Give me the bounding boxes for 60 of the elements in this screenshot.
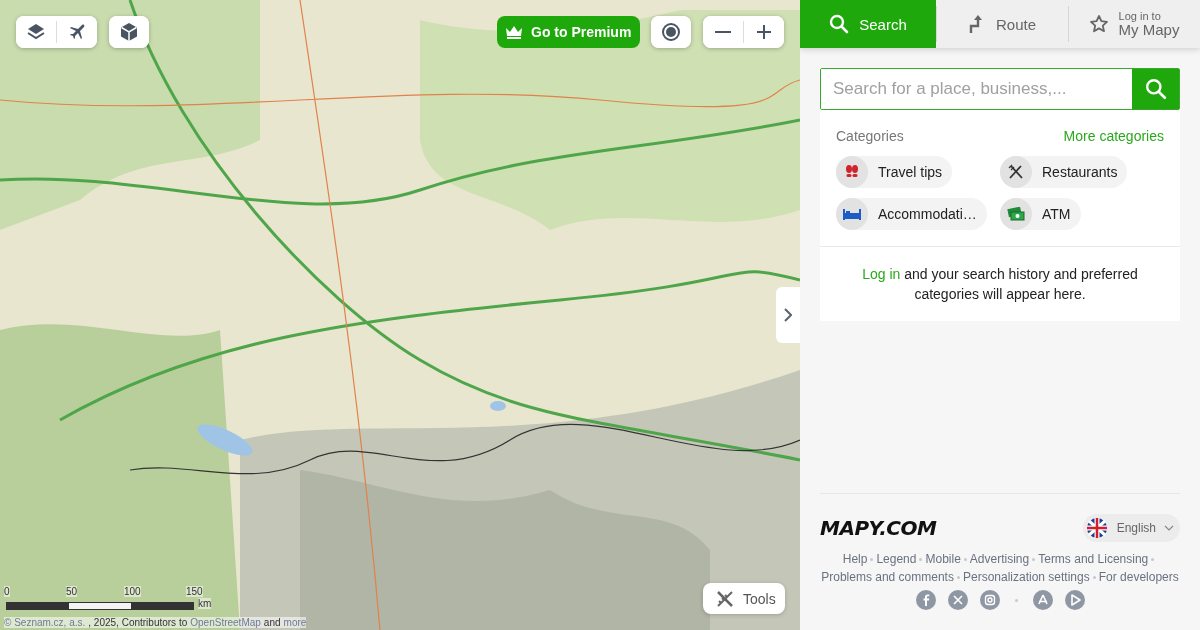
language-selector[interactable]: English: [1082, 514, 1180, 542]
locate-button[interactable]: [651, 16, 691, 48]
attribution-link[interactable]: more: [283, 617, 307, 628]
scale-label: 150: [186, 586, 203, 597]
layers-icon: [26, 22, 46, 42]
footer-link[interactable]: Help: [842, 550, 868, 568]
fork-knife-icon: [1008, 164, 1024, 180]
tab[interactable]: Search: [800, 0, 936, 48]
attribution-text: and: [263, 617, 281, 628]
login-hint: Log in and your search history and preferred categories will appear here.: [820, 246, 1180, 321]
search-icon: [829, 14, 850, 34]
chevron-right-icon: [784, 308, 792, 322]
minus-icon: [715, 31, 731, 33]
premium-button[interactable]: Go to Premium: [497, 16, 641, 48]
footer-link[interactable]: Problems and comments: [821, 568, 954, 586]
attribution-link[interactable]: © Seznam.cz, a.s.: [4, 617, 86, 628]
category-chip[interactable]: ATM: [1000, 198, 1081, 230]
login-link[interactable]: Log in: [862, 266, 901, 282]
location-target-icon: [661, 22, 681, 42]
footer-link[interactable]: Mobile: [925, 550, 961, 568]
scale-label: 0: [4, 586, 10, 597]
category-chip[interactable]: Travel tips: [836, 156, 953, 188]
play-store-icon[interactable]: [1064, 590, 1085, 610]
cube-icon: [119, 22, 139, 42]
logo[interactable]: MAPY.COM: [820, 516, 937, 540]
category-chip[interactable]: Accommodati…: [836, 198, 987, 230]
3d-button[interactable]: [109, 16, 149, 48]
attribution-text: , 2025, Contributors to: [88, 617, 188, 628]
flag-icon: [1084, 516, 1109, 540]
footer-link[interactable]: Legend: [876, 550, 917, 568]
scale-unit: km: [198, 598, 212, 609]
footer-link[interactable]: Advertising: [969, 550, 1030, 568]
facebook-icon[interactable]: [915, 590, 936, 610]
bed-icon: [843, 207, 861, 221]
tab[interactable]: Route: [936, 0, 1068, 48]
app-store-icon[interactable]: [1032, 590, 1053, 610]
collapse-handle[interactable]: [776, 287, 800, 343]
tab[interactable]: Log in to My Mapy: [1068, 0, 1200, 48]
scale-label: 100: [124, 586, 141, 597]
search-icon: [1144, 78, 1167, 100]
banknote-icon: [1007, 207, 1025, 221]
search-field[interactable]: Search for a place, business,...: [820, 68, 1180, 110]
crown-icon: [505, 25, 523, 39]
plus-icon: [757, 25, 771, 39]
footprints-icon: [844, 164, 860, 180]
ruler-pencil-icon: [715, 588, 735, 609]
scale-label: 50: [66, 586, 78, 597]
footer-link[interactable]: Personalization settings: [962, 568, 1090, 586]
chevron-down-icon: [1164, 525, 1174, 531]
more-categories-link[interactable]: More categories: [1063, 128, 1164, 144]
footer-link[interactable]: For developers: [1098, 568, 1179, 586]
category-chip[interactable]: Restaurants: [1000, 156, 1128, 188]
instagram-icon[interactable]: [979, 590, 1000, 610]
search-button[interactable]: [1132, 69, 1179, 109]
star-icon: [1088, 14, 1109, 34]
tools-button[interactable]: Tools: [703, 583, 785, 614]
attribution-link[interactable]: OpenStreetMap: [190, 617, 261, 628]
categories-heading: Categories: [836, 128, 904, 144]
footer-link[interactable]: Terms and Licensing: [1038, 550, 1149, 568]
x-icon[interactable]: [947, 590, 968, 610]
